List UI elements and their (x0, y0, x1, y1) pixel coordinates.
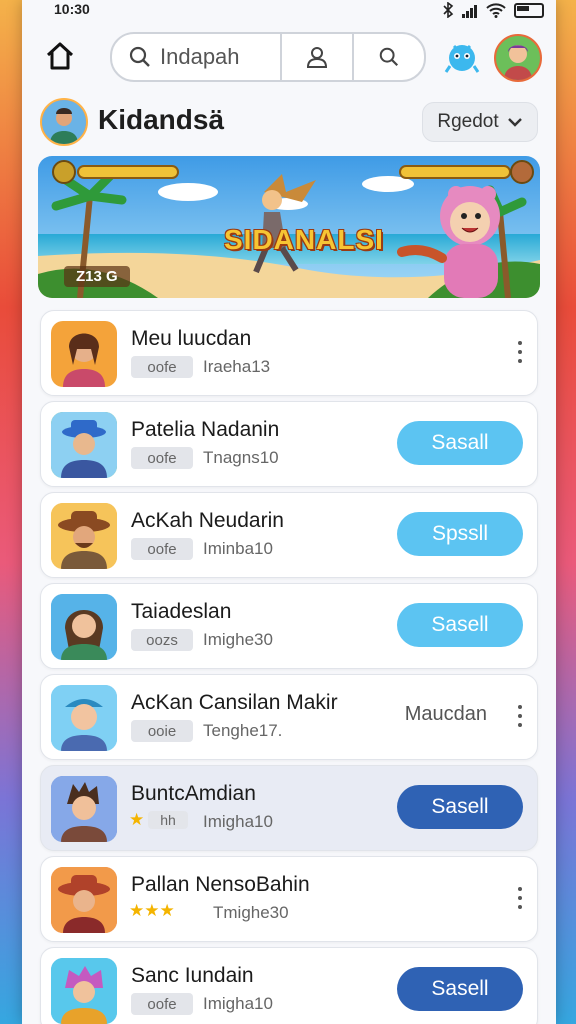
rating: ★ hh (129, 810, 188, 830)
game-tag: oofe (131, 447, 193, 469)
list-item[interactable]: Meu luucdan oofe Iraeha13 (40, 310, 538, 396)
list-item[interactable]: Sanc Iundain oofe Imigha10 Sasell (40, 947, 538, 1024)
play-button[interactable]: Sasell (397, 967, 523, 1011)
profile-filter-button[interactable] (280, 34, 352, 80)
character-image (51, 503, 117, 569)
game-meta: Imigha10 (203, 812, 273, 831)
banner-score: Z13 G (64, 266, 130, 287)
wifi-icon (486, 2, 506, 18)
game-thumbnail (51, 321, 117, 387)
game-title: Pallan NensoBahin (131, 873, 310, 896)
game-meta: Tmighe30 (213, 903, 289, 922)
game-thumbnail (51, 594, 117, 660)
game-thumbnail (51, 412, 117, 478)
list-item[interactable]: Taiadeslan oozs Imighe30 Sasell (40, 583, 538, 669)
game-tag: oozs (131, 629, 193, 651)
search-icon (129, 46, 150, 67)
chevron-down-icon (507, 118, 522, 127)
game-list: Meu luucdan oofe Iraeha13 Patelia Nadani… (40, 310, 538, 1024)
list-item[interactable]: AcKah Neudarin oofe Iminba10 Spssll (40, 492, 538, 578)
game-meta: Imighe30 (203, 630, 273, 649)
user-icon (306, 47, 328, 68)
game-meta: Iminba10 (203, 539, 273, 558)
game-meta: Iraeha13 (203, 357, 271, 376)
play-button[interactable]: Sasell (397, 603, 523, 647)
mascot-icon[interactable] (442, 36, 482, 76)
game-tag: oofe (131, 993, 193, 1015)
avatar-image (504, 45, 532, 80)
star-icon: ★★★ (129, 901, 175, 920)
game-title: AcKah Neudarin (131, 509, 284, 532)
profile-menu-label: Rgedot (437, 111, 499, 132)
profile-menu-dropdown[interactable]: Rgedot (422, 102, 538, 142)
game-thumbnail (51, 867, 117, 933)
more-options-icon[interactable] (517, 705, 523, 727)
status-link[interactable]: Maucdan (405, 703, 487, 726)
more-options-icon[interactable] (517, 887, 523, 909)
game-title: Sanc Iundain (131, 964, 254, 987)
character-image (51, 412, 117, 478)
game-title: BuntcAmdian (131, 782, 256, 805)
game-tag: oofe (131, 356, 193, 378)
game-thumbnail (51, 685, 117, 751)
profile-header: Kidandsä Rgedot (22, 96, 556, 146)
phone-screen: 10:30 Indapah Kidandsä Rgedot SIDANALSI … (22, 0, 556, 1024)
character-image (51, 594, 117, 660)
character-image (51, 776, 117, 842)
avatar-image (42, 100, 86, 144)
rating: ★★★ (129, 901, 175, 921)
list-item[interactable]: BuntcAmdian ★ hh Imigha10 Sasell (40, 765, 538, 851)
play-button[interactable]: Sasall (397, 421, 523, 465)
bluetooth-icon (443, 2, 454, 18)
game-title: AcKan Cansilan Makir (131, 691, 338, 714)
star-icon: ★ (129, 810, 145, 829)
list-item[interactable]: Patelia Nadanin oofe Tnagns10 Sasall (40, 401, 538, 487)
character-image (51, 867, 117, 933)
battery-icon (514, 2, 544, 18)
search-input[interactable]: Indapah (160, 44, 280, 70)
status-bar: 10:30 (22, 0, 556, 22)
featured-banner[interactable]: SIDANALSI Z13 G (38, 156, 540, 298)
search-icon (379, 47, 399, 67)
game-title: Meu luucdan (131, 327, 252, 350)
character-image (51, 958, 117, 1024)
game-meta: Tnagns10 (203, 448, 279, 467)
game-thumbnail (51, 503, 117, 569)
banner-title: SIDANALSI (224, 224, 384, 255)
game-title: Taiadeslan (131, 600, 232, 623)
character-image (63, 333, 105, 387)
status-icons (442, 2, 544, 18)
status-time: 10:30 (54, 1, 90, 17)
signal-icon (462, 2, 478, 18)
profile-name: Kidandsä (98, 104, 225, 135)
list-item[interactable]: AcKan Cansilan Makir ooie Tenghe17. Mauc… (40, 674, 538, 760)
play-button[interactable]: Spssll (397, 512, 523, 556)
character-image (51, 685, 117, 751)
home-icon[interactable] (42, 38, 78, 74)
search-bar[interactable]: Indapah (110, 32, 426, 82)
game-thumbnail (51, 958, 117, 1024)
game-title: Patelia Nadanin (131, 418, 280, 441)
more-options-icon[interactable] (517, 341, 523, 363)
game-meta: Tenghe17. (203, 721, 283, 740)
top-bar: Indapah (22, 30, 556, 82)
game-tag: hh (148, 811, 188, 829)
profile-avatar[interactable] (40, 98, 88, 146)
game-tag: ooie (131, 720, 193, 742)
game-meta: Imigha10 (203, 994, 273, 1013)
search-submit-button[interactable] (352, 34, 424, 80)
user-avatar[interactable] (494, 34, 542, 82)
list-item[interactable]: Pallan NensoBahin ★★★ Tmighe30 (40, 856, 538, 942)
game-tag: oofe (131, 538, 193, 560)
play-button[interactable]: Sasell (397, 785, 523, 829)
game-thumbnail (51, 776, 117, 842)
